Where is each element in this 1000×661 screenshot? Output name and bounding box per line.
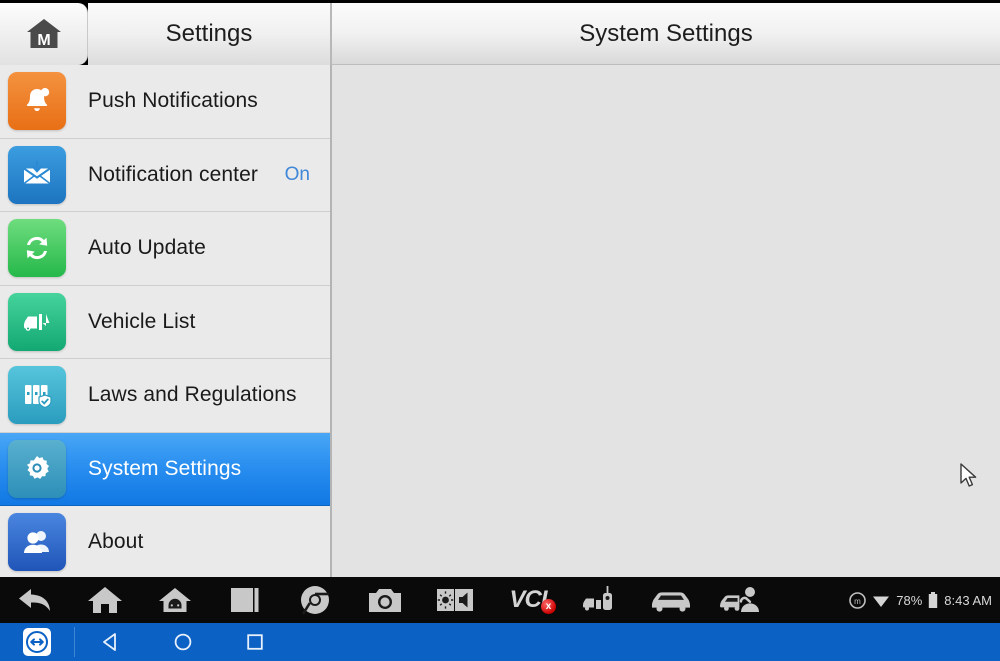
home-m-button[interactable]: M	[0, 3, 88, 65]
documents-shield-icon	[8, 366, 66, 425]
sidebar-item-auto-update[interactable]: Auto Update	[0, 212, 330, 286]
sidebar-item-laws-and-regulations[interactable]: Laws and Regulations	[0, 359, 330, 433]
android-home-icon[interactable]	[140, 577, 210, 623]
svg-text:M: M	[37, 32, 50, 49]
refresh-sync-icon	[8, 219, 66, 278]
mouse-cursor-icon	[960, 463, 977, 487]
vehicle-remote-icon[interactable]	[566, 577, 636, 623]
page-title: System Settings	[332, 3, 1000, 65]
sidebar-item-system-settings[interactable]: System Settings	[0, 432, 330, 506]
nav-home-circle-icon	[174, 633, 192, 651]
clock-time: 8:43 AM	[944, 592, 992, 608]
car-icon[interactable]	[636, 577, 706, 623]
body: Push Notifications Notification center O…	[0, 65, 1000, 577]
sidebar-item-about[interactable]: About	[0, 506, 330, 577]
status-area: m 78% 8:43 AM	[849, 577, 992, 623]
sidebar-item-label: About	[88, 530, 144, 554]
sidebar-item-label: Vehicle List	[88, 309, 196, 333]
android-navigation-bar[interactable]	[0, 623, 1000, 661]
battery-icon	[929, 591, 938, 608]
sidebar-item-label: Auto Update	[88, 236, 206, 260]
sidebar-item-label: Laws and Regulations	[88, 383, 297, 407]
sidebar-item-label: Notification center	[88, 162, 258, 186]
back-arrow-icon[interactable]	[0, 577, 70, 623]
users-icon	[8, 513, 66, 572]
vci-icon[interactable]: VCI x	[490, 577, 566, 623]
display-volume-icon[interactable]	[420, 577, 490, 623]
system-toolbar[interactable]: VCI x m 78% 8:43 AM	[0, 577, 1000, 623]
settings-title: Settings	[88, 3, 332, 65]
sidebar-item-label: Push Notifications	[88, 89, 258, 113]
tablet-screen: M Settings System Settings Push Notifica…	[0, 0, 1000, 661]
nav-back-triangle-icon	[103, 633, 116, 651]
chrome-browser-icon[interactable]	[280, 577, 350, 623]
sidebar-item-push-notifications[interactable]: Push Notifications	[0, 65, 330, 139]
car-service-icon[interactable]	[706, 577, 776, 623]
sidebar-item-notification-center[interactable]: Notification center On	[0, 138, 330, 212]
teamviewer-button[interactable]	[0, 628, 74, 656]
camera-icon[interactable]	[350, 577, 420, 623]
vehicle-list-icon	[8, 292, 66, 351]
nav-home-button[interactable]	[147, 631, 219, 653]
gear-icon	[8, 439, 66, 498]
wifi-icon	[873, 596, 890, 607]
network-icon: m	[849, 591, 867, 609]
app-window-icon[interactable]	[210, 577, 280, 623]
bell-icon	[8, 72, 66, 131]
vci-disconnected-badge: x	[541, 599, 556, 614]
sidebar-item-vehicle-list[interactable]: Vehicle List	[0, 285, 330, 359]
teamviewer-icon	[23, 628, 51, 656]
notification-center-value: On	[284, 163, 310, 185]
system-settings-content-panel	[332, 65, 1000, 577]
settings-sidebar[interactable]: Push Notifications Notification center O…	[0, 65, 332, 577]
nav-back-button[interactable]	[75, 631, 147, 653]
nav-recents-button[interactable]	[219, 631, 291, 653]
envelope-download-icon	[8, 145, 66, 204]
sidebar-item-label: System Settings	[88, 456, 242, 480]
nav-recents-square-icon	[247, 634, 263, 650]
home-icon[interactable]	[70, 577, 140, 623]
home-m-icon: M	[26, 19, 61, 49]
app-header: M Settings System Settings	[0, 3, 1000, 65]
battery-percent: 78%	[896, 592, 923, 608]
svg-text:m: m	[854, 597, 861, 606]
